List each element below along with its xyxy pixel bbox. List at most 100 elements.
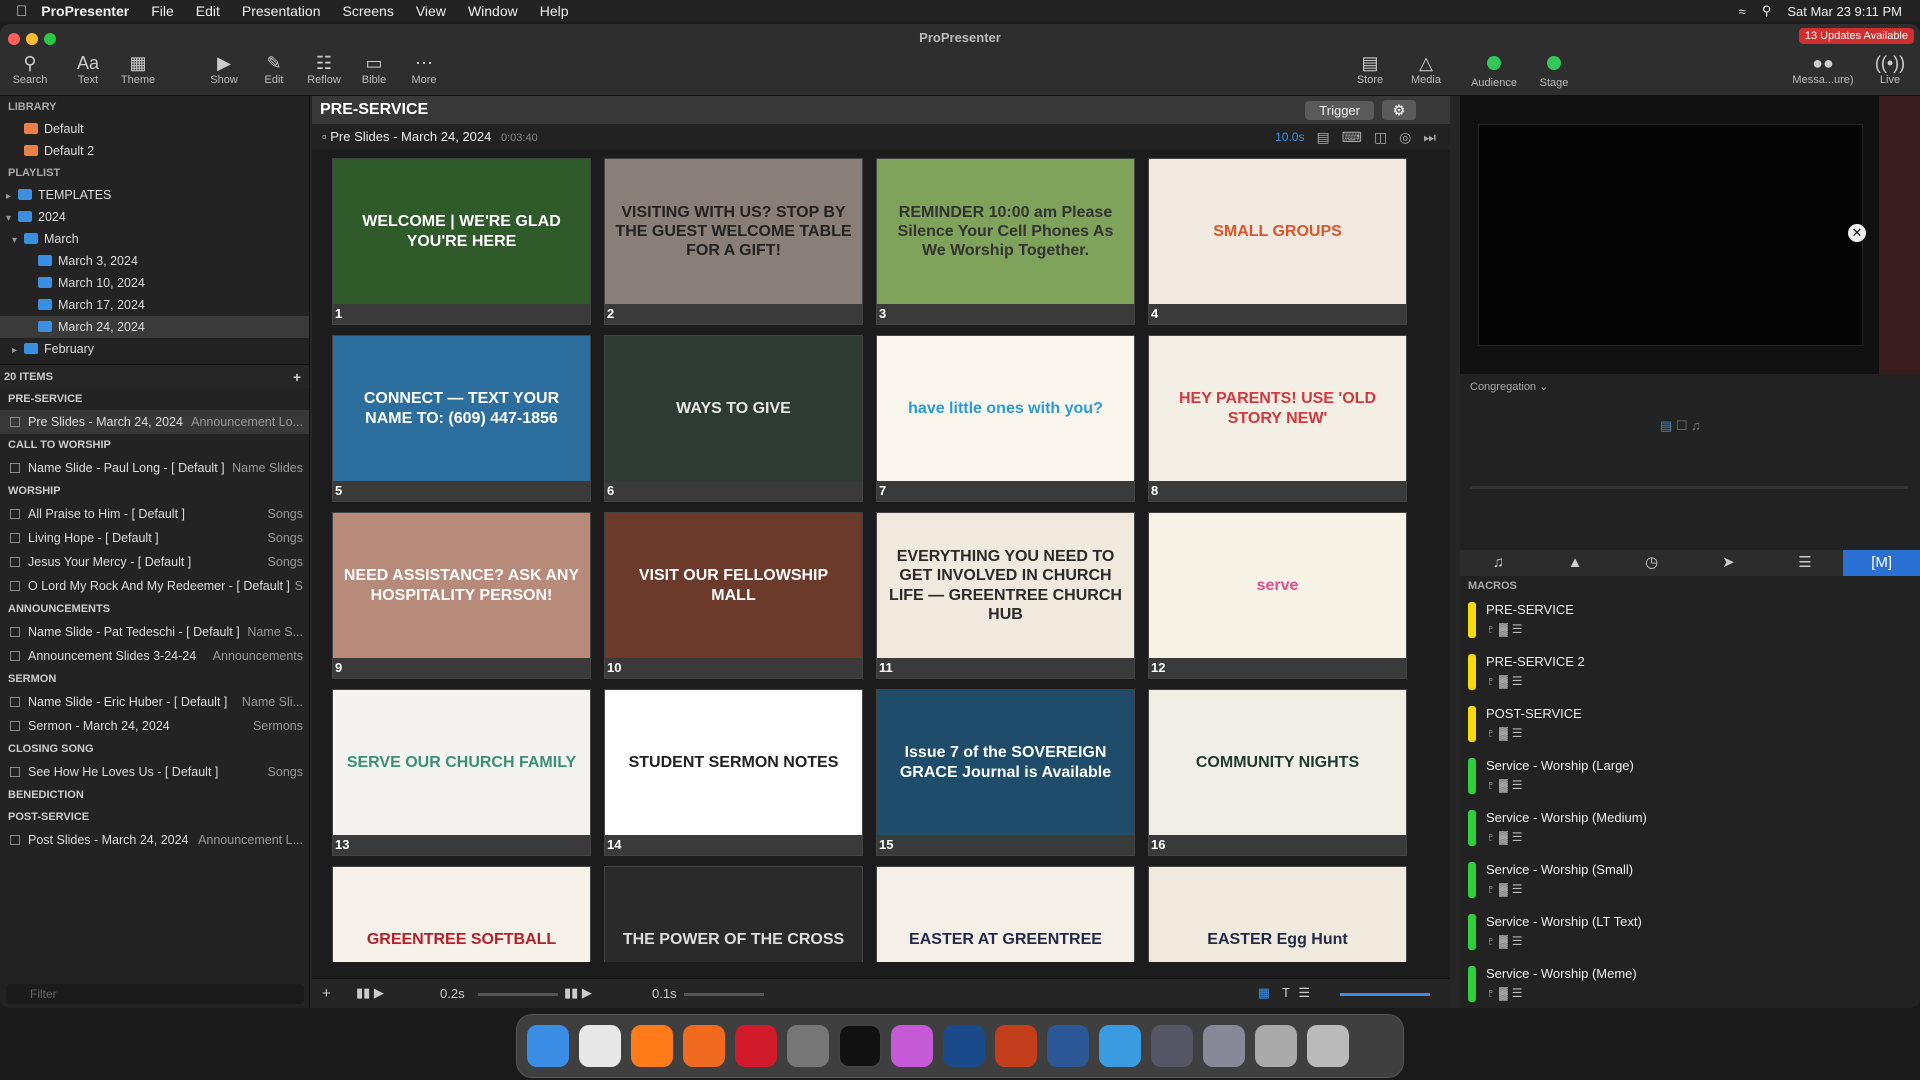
slide-thumbnail[interactable]: VISITING WITH US? STOP BY THE GUEST WELC… <box>604 158 863 325</box>
library-item-default[interactable]: Default <box>0 118 309 140</box>
playlist-section-header[interactable]: SERMON <box>0 668 309 690</box>
media-transition-icon[interactable]: ▮▮ ▶ <box>564 985 592 1001</box>
playlist-folder-march[interactable]: ▾ March <box>0 228 309 250</box>
macro-item[interactable]: Service - Worship (LT Text) ♇▓☰ <box>1468 910 1908 960</box>
powerpoint-icon[interactable] <box>995 1025 1037 1067</box>
slide-icon[interactable]: ▤ ☐ ♫ <box>1660 418 1701 434</box>
menu-screens[interactable]: Screens <box>342 3 393 19</box>
playlist-folder-february[interactable]: ▸ February <box>0 338 309 360</box>
slide-thumbnail[interactable]: THE POWER OF THE CROSS <box>604 866 863 962</box>
slide-thumbnail[interactable]: STUDENT SERMON NOTES 14 <box>604 689 863 856</box>
macro-item[interactable]: Service - Worship (Large) ♇▓☰ <box>1468 754 1908 804</box>
finder-icon[interactable] <box>527 1025 569 1067</box>
macro-item[interactable]: Service - Worship (Medium) ♇▓☰ <box>1468 806 1908 856</box>
macro-item[interactable]: Service - Worship (Meme) ♇▓☰ <box>1468 962 1908 1008</box>
playlist-item[interactable]: Announcement Slides 3-24-24 Announcements <box>0 644 309 668</box>
messages-button[interactable]: ●● Messa...ure) <box>1790 52 1856 86</box>
chevron-right-icon[interactable]: ▸ <box>6 186 18 208</box>
theme-button[interactable]: ▦ Theme <box>110 52 166 86</box>
macro-item[interactable]: Service - Worship (Small) ♇▓☰ <box>1468 858 1908 908</box>
reflow-button[interactable]: ☷ Reflow <box>296 52 352 86</box>
progress-track[interactable] <box>1470 486 1908 489</box>
layers-icon[interactable]: ☰ <box>1767 550 1844 576</box>
slide-thumbnail[interactable]: serve 12 <box>1148 512 1407 679</box>
wifi-icon[interactable]: ≈ <box>1739 4 1746 19</box>
transition-icon[interactable]: ▮▮ ▶ <box>356 985 384 1001</box>
search-icon[interactable]: ⚲ <box>1762 3 1772 19</box>
slide-thumbnail[interactable]: COMMUNITY NIGHTS 16 <box>1148 689 1407 856</box>
slides-icon[interactable] <box>683 1025 725 1067</box>
settings-icon[interactable] <box>787 1025 829 1067</box>
slide-thumbnail[interactable]: WELCOME | WE'RE GLAD YOU'RE HERE 1 <box>332 158 591 325</box>
folder-icon[interactable] <box>1151 1025 1193 1067</box>
playlist-item[interactable]: O Lord My Rock And My Redeemer - [ Defau… <box>0 574 309 598</box>
playlist-item[interactable]: All Praise to Him - [ Default ] Songs <box>0 502 309 526</box>
trigger-button[interactable]: Trigger <box>1305 101 1374 120</box>
timer-icon[interactable]: ◷ <box>1613 550 1690 576</box>
macro-item[interactable]: PRE-SERVICE ♇▓☰ <box>1468 598 1908 648</box>
playlist-march-10[interactable]: March 10, 2024 <box>0 272 309 294</box>
zoom-slider[interactable] <box>1340 993 1430 996</box>
transition-slider-1[interactable] <box>478 993 558 996</box>
slide-thumbnail[interactable]: Issue 7 of the SOVEREIGN GRACE Journal i… <box>876 689 1135 856</box>
menu-presentation[interactable]: Presentation <box>242 3 321 19</box>
playlist-item[interactable]: Living Hope - [ Default ] Songs <box>0 526 309 550</box>
clock[interactable]: Sat Mar 23 9:11 PM <box>1787 4 1902 19</box>
macro-item[interactable]: POST-SERVICE ♇▓☰ <box>1468 702 1908 752</box>
screen-selector[interactable]: Congregation ⌄ <box>1470 380 1548 393</box>
store-button[interactable]: ▤ Store <box>1342 52 1398 86</box>
chevron-down-icon[interactable]: ▾ <box>6 208 18 230</box>
bible-button[interactable]: ▭ Bible <box>346 52 402 86</box>
playlist-section-header[interactable]: ANNOUNCEMENTS <box>0 598 309 620</box>
macros-icon[interactable]: [M] <box>1843 550 1920 576</box>
live-button[interactable]: ((•)) Live <box>1862 52 1918 86</box>
word-icon[interactable] <box>1047 1025 1089 1067</box>
edit-button[interactable]: ✎ Edit <box>246 52 302 86</box>
apple-icon[interactable]:  <box>16 3 27 20</box>
menu-window[interactable]: Window <box>468 3 518 19</box>
playlist-item[interactable]: Sermon - March 24, 2024 Sermons <box>0 714 309 738</box>
slide-thumbnail[interactable]: EASTER Egg Hunt <box>1148 866 1407 962</box>
playlist-section-header[interactable]: WORSHIP <box>0 480 309 502</box>
add-slide-icon[interactable]: + <box>322 985 331 1002</box>
menu-app[interactable]: ProPresenter <box>41 3 129 19</box>
playlist-item[interactable]: Name Slide - Paul Long - [ Default ] Name… <box>0 456 309 480</box>
layout-icon[interactable]: ◫ <box>1374 124 1387 150</box>
library-item-default-2[interactable]: Default 2 <box>0 140 309 162</box>
music-icon[interactable]: ♫ <box>1460 550 1537 576</box>
text-button[interactable]: Aa Text <box>60 52 116 86</box>
add-icon[interactable]: + <box>293 365 301 389</box>
playlist-section-header[interactable]: PRE-SERVICE <box>0 388 309 410</box>
close-icon[interactable]: ✕ <box>1848 224 1866 242</box>
playlist-item[interactable]: Jesus Your Mercy - [ Default ] Songs <box>0 550 309 574</box>
transition-slider-2[interactable] <box>684 993 764 996</box>
gear-icon[interactable]: ⚙ <box>1382 100 1416 120</box>
slide-thumbnail[interactable]: GREENTREE SOFTBALL <box>332 866 591 962</box>
menu-edit[interactable]: Edit <box>196 3 220 19</box>
playlist-march-3[interactable]: March 3, 2024 <box>0 250 309 272</box>
trash-icon[interactable] <box>1307 1025 1349 1067</box>
menu-file[interactable]: File <box>151 3 174 19</box>
filter-input[interactable]: Filter <box>6 984 304 1004</box>
playlist-item[interactable]: Name Slide - Pat Tedeschi - [ Default ] N… <box>0 620 309 644</box>
notes-icon[interactable]: ▤ <box>1316 124 1329 150</box>
playlist-folder-templates[interactable]: ▸ TEMPLATES <box>0 184 309 206</box>
playlist-march-17[interactable]: March 17, 2024 <box>0 294 309 316</box>
preview-icon[interactable] <box>1203 1025 1245 1067</box>
show-button[interactable]: ▶ Show <box>196 52 252 86</box>
menu-view[interactable]: View <box>416 3 446 19</box>
activity-monitor-icon[interactable] <box>839 1025 881 1067</box>
playlist-march-24[interactable]: March 24, 2024 <box>0 316 309 338</box>
keyboard-icon[interactable]: ⌨ <box>1342 124 1362 150</box>
slide-thumbnail[interactable]: NEED ASSISTANCE? ASK ANY HOSPITALITY PER… <box>332 512 591 679</box>
playlist-section-header[interactable]: BENEDICTION <box>0 784 309 806</box>
launchpad-icon[interactable] <box>891 1025 933 1067</box>
teamviewer-icon[interactable] <box>943 1025 985 1067</box>
playlist-item[interactable]: Post Slides - March 24, 2024 Announcement… <box>0 828 309 852</box>
playlist-item[interactable]: Pre Slides - March 24, 2024 Announcement … <box>0 410 309 434</box>
slide-thumbnail[interactable]: SERVE OUR CHURCH FAMILY 13 <box>332 689 591 856</box>
slide-thumbnail[interactable]: HEY PARENTS! USE 'OLD STORY NEW' 8 <box>1148 335 1407 502</box>
stage-button[interactable]: Stage <box>1526 52 1582 89</box>
slide-thumbnail[interactable]: CONNECT — TEXT YOUR NAME TO: (609) 447-1… <box>332 335 591 502</box>
slide-thumbnail[interactable]: EVERYTHING YOU NEED TO GET INVOLVED IN C… <box>876 512 1135 679</box>
